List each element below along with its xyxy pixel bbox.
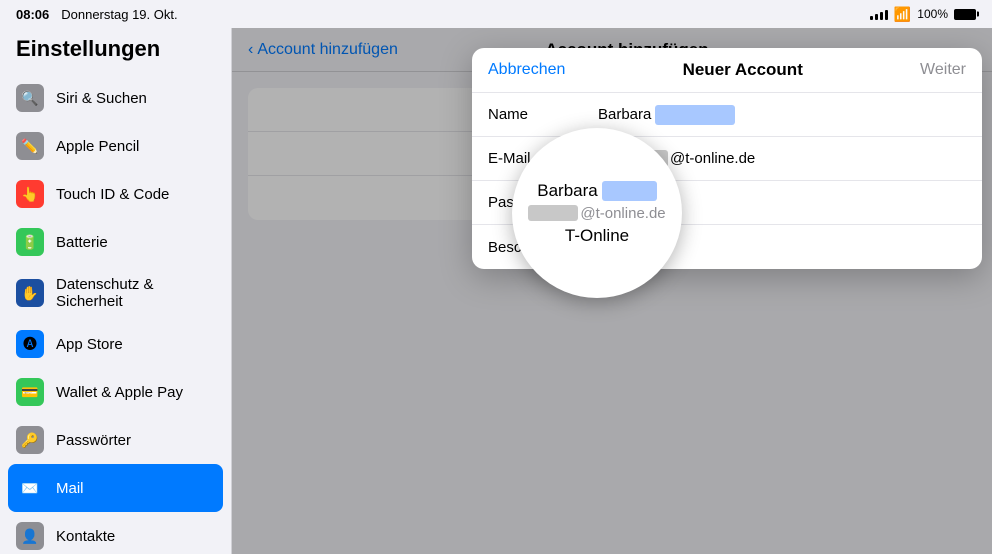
name-value: Barbara [598,106,651,123]
sidebar-label-touch-id: Touch ID & Code [56,186,169,203]
sidebar-label-datenschutz: Datenschutz & Sicherheit [56,276,215,310]
email-value: @t-online.de [670,150,755,167]
right-panel: ‹ Account hinzufügen Account hinzufügen … [232,28,992,554]
app-store-icon: 🅐 [16,330,44,358]
name-highlight-box [655,105,735,125]
sidebar-label-apple-pencil: Apple Pencil [56,138,139,155]
status-time: 08:06 [16,7,49,22]
status-date: Donnerstag 19. Okt. [61,7,177,22]
sidebar-label-mail: Mail [56,480,84,497]
modal-nav: Abbrechen Neuer Account Weiter [472,48,982,93]
sidebar-item-siri[interactable]: 🔍 Siri & Suchen [0,74,231,122]
sidebar-item-apple-pencil[interactable]: ✏️ Apple Pencil [0,122,231,170]
magnifier-email: @t-online.de [580,205,665,222]
modal-title: Neuer Account [683,60,803,80]
magnifier-circle: Barbara @t-online.de T-Online [512,128,682,298]
contacts-icon: 👤 [16,522,44,550]
apple-pencil-icon: ✏️ [16,132,44,160]
form-row-name: Name Barbara [472,93,982,137]
wallet-icon: 💳 [16,378,44,406]
sidebar-item-touch-id[interactable]: 👆 Touch ID & Code [0,170,231,218]
sidebar: Einstellungen 🔍 Siri & Suchen ✏️ Apple P… [0,28,232,554]
battery-percentage: 100% [917,7,948,21]
modal-next-button[interactable]: Weiter [920,61,966,79]
sidebar-item-batterie[interactable]: 🔋 Batterie [0,218,231,266]
sidebar-item-wallet[interactable]: 💳 Wallet & Apple Pay [0,368,231,416]
privacy-icon: ✋ [16,279,44,307]
touch-id-icon: 👆 [16,180,44,208]
magnifier-desc: T-Online [565,226,629,246]
wifi-icon: 📶 [894,6,911,23]
signal-icon [870,8,888,20]
battery-icon [954,9,976,20]
sidebar-label-wallet: Wallet & Apple Pay [56,384,183,401]
sidebar-label-app-store: App Store [56,336,123,353]
passwords-icon: 🔑 [16,426,44,454]
status-right-icons: 📶 100% [870,6,976,23]
battery-settings-icon: 🔋 [16,228,44,256]
sidebar-title: Einstellungen [0,28,231,74]
magnifier-highlight [602,181,657,201]
sidebar-item-datenschutz[interactable]: ✋ Datenschutz & Sicherheit [0,266,231,320]
modal-overlay: Abbrechen Neuer Account Weiter Name Barb… [232,28,992,554]
sidebar-item-mail[interactable]: ✉️ Mail [8,464,223,512]
main-container: Einstellungen 🔍 Siri & Suchen ✏️ Apple P… [0,28,992,554]
sidebar-item-app-store[interactable]: 🅐 App Store [0,320,231,368]
sidebar-label-passwoerter: Passwörter [56,432,131,449]
sidebar-label-batterie: Batterie [56,234,108,251]
magnifier-name: Barbara [537,181,597,201]
mail-icon: ✉️ [16,474,44,502]
siri-icon: 🔍 [16,84,44,112]
name-label: Name [488,106,598,123]
sidebar-item-kontakte[interactable]: 👤 Kontakte [0,512,231,554]
status-bar: 08:06 Donnerstag 19. Okt. 📶 100% [0,0,992,28]
sidebar-label-kontakte: Kontakte [56,528,115,545]
sidebar-label-siri: Siri & Suchen [56,90,147,107]
magnifier-email-prefix [528,205,578,221]
sidebar-item-passwoerter[interactable]: 🔑 Passwörter [0,416,231,464]
modal-cancel-button[interactable]: Abbrechen [488,61,565,79]
